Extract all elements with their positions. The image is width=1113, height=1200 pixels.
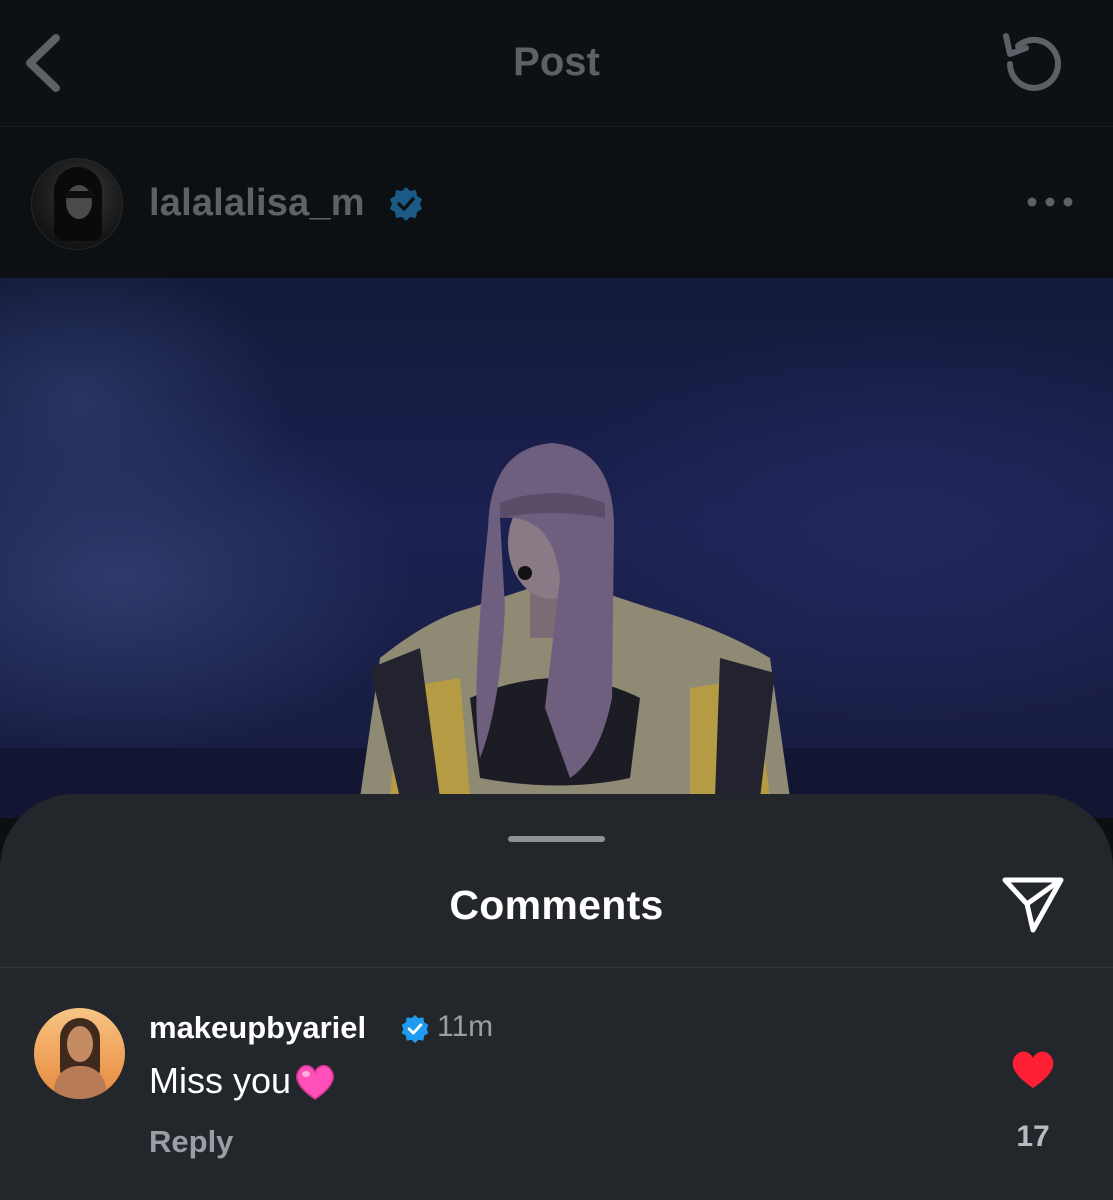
post-photo-illustration [0,443,1113,818]
sheet-title: Comments [449,882,664,928]
page-title: Post [513,40,600,84]
post-header: lalalalisa_m [0,127,1113,278]
comment-timestamp: 11m [437,1010,494,1043]
sheet-drag-handle[interactable] [508,836,605,842]
comments-sheet: Comments makeupbyariel 11m Miss you Repl… [0,794,1113,1200]
verified-badge-icon [401,1014,429,1044]
send-icon [1002,877,1064,933]
comment-username[interactable]: makeupbyariel [149,1010,366,1046]
avatar[interactable] [31,158,123,250]
more-options-button[interactable] [1022,187,1078,217]
post-author-username[interactable]: lalalalisa_m [149,182,365,225]
comment-text-body: Miss you [149,1060,292,1101]
refresh-icon [1003,33,1061,91]
verified-badge-icon [390,187,422,221]
comment-item: makeupbyariel 11m Miss you Reply 17 [0,968,1113,1200]
more-dots-icon [1027,197,1073,207]
top-nav-bar: Post [0,0,1113,127]
heart-filled-icon [1012,1051,1054,1088]
like-count: 17 [1016,1120,1050,1153]
like-button[interactable] [1009,1048,1057,1090]
share-button[interactable] [997,872,1069,934]
pink-heart-emoji-icon [296,1064,334,1100]
avatar[interactable] [34,1008,125,1099]
comment-text: Miss you [149,1060,337,1102]
post-photo[interactable] [0,278,1113,818]
reply-button[interactable]: Reply [149,1124,233,1160]
refresh-button[interactable] [996,28,1068,100]
